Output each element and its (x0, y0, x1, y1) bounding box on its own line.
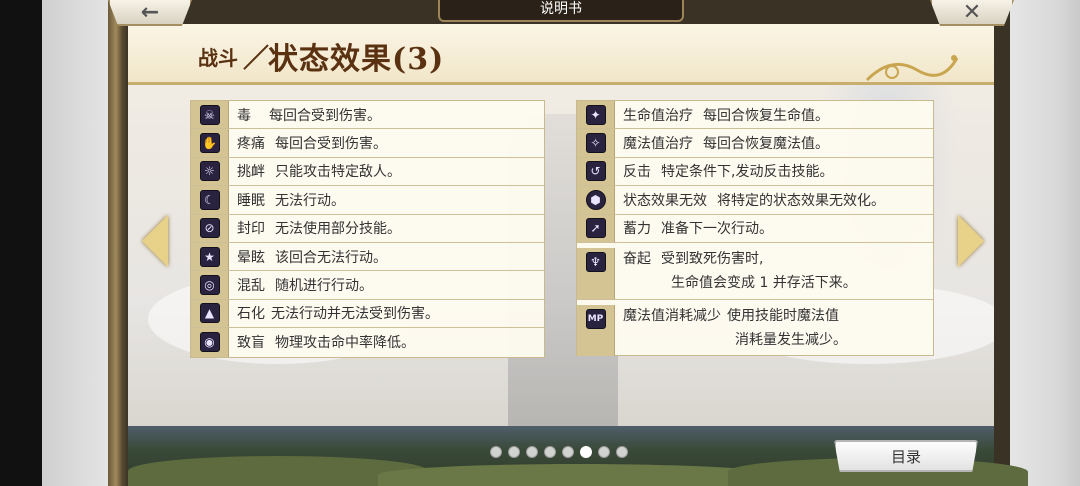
effect-name: 封印 (237, 221, 265, 238)
list-item: ☠ 毒 每回合受到伤害。 (191, 101, 544, 130)
section-label: 战斗 (198, 46, 238, 70)
page-dot[interactable] (544, 446, 556, 458)
close-button[interactable]: ✕ (930, 0, 1014, 26)
petrify-icon: ▲ (199, 303, 220, 324)
page-dot[interactable] (598, 446, 610, 458)
effect-description: 使用技能时魔法值 (727, 307, 839, 324)
stun-icon: ★ (199, 246, 220, 267)
list-item: ◉ 致盲 物理攻击命中率降低。 (191, 328, 544, 357)
effect-name: 奋起 (623, 250, 651, 267)
effect-description: 无法行动并无法受到伤害。 (271, 306, 439, 323)
previous-page-arrow-icon[interactable] (142, 215, 168, 267)
list-item: ✧ 魔法值治疗 每回合恢复魔法值。 (577, 129, 933, 158)
mp-regen-icon: ✧ (585, 133, 606, 154)
effect-name: 魔法值消耗减少 (623, 307, 721, 324)
list-item: ★ 晕眩 该回合无法行动。 (191, 242, 544, 272)
page-dot[interactable] (562, 446, 574, 458)
list-item: ↺ 反击 特定条件下,发动反击技能。 (577, 157, 933, 187)
next-page-arrow-icon[interactable] (958, 215, 984, 267)
effect-description: 每回合受到伤害。 (269, 107, 381, 124)
manual-tab-title: 说明书 (438, 0, 684, 22)
list-item: ✋ 疼痛 每回合受到伤害。 (191, 129, 544, 158)
list-item: ▲ 石化 无法行动并无法受到伤害。 (191, 299, 544, 329)
effect-name: 石化 (237, 306, 265, 323)
page-title: 状态效果(3) (268, 42, 445, 77)
mp-cost-down-icon: MP (585, 308, 606, 329)
effect-name: 毒 (237, 107, 251, 124)
page-dot[interactable] (508, 446, 520, 458)
effect-name: 生命值治疗 (623, 107, 693, 124)
list-item: MP 魔法值消耗减少 使用技能时魔法值消耗量发生减少。 (577, 300, 933, 356)
list-item: ⬢ 状态效果无效 将特定的状态效果无效化。 (577, 186, 933, 215)
list-item: ◎ 混乱 随机进行行动。 (191, 271, 544, 300)
immunity-icon: ⬢ (585, 189, 606, 210)
effect-description-line2: 生命值会变成 1 并存活下来。 (671, 274, 857, 291)
effect-description: 随机进行行动。 (275, 278, 373, 295)
right-gutter (1000, 0, 1080, 486)
effect-name: 晕眩 (237, 249, 265, 266)
hp-regen-icon: ✦ (585, 104, 606, 125)
left-gutter (0, 0, 108, 486)
status-effects-right-panel: ✦ 生命值治疗 每回合恢复生命值。 ✧ 魔法值治疗 每回合恢复魔法值。 ↺ 反击 特定… (576, 100, 934, 356)
table-of-contents-button[interactable]: 目录 (834, 440, 978, 472)
effect-description: 该回合无法行动。 (275, 249, 387, 266)
effect-description: 准备下一次行动。 (661, 221, 773, 238)
revive-icon: ♆ (585, 251, 606, 272)
effect-description: 无法行动。 (275, 192, 345, 209)
back-button[interactable]: ← (108, 0, 192, 26)
poison-icon: ☠ (199, 104, 220, 125)
effect-name: 状态效果无效 (623, 192, 707, 209)
effect-description: 每回合恢复生命值。 (703, 107, 829, 124)
status-effects-left-panel: ☠ 毒每回合受到伤害。 ✋ 疼痛 每回合受到伤害。 ☼ 挑衅 只能攻击特定敌人。 ☾… (190, 100, 545, 358)
page-dot[interactable] (526, 446, 538, 458)
effect-name: 混乱 (237, 278, 265, 295)
close-icon: ✕ (962, 0, 982, 25)
effect-description: 每回合恢复魔法值。 (703, 136, 829, 153)
effect-name: 反击 (623, 164, 651, 181)
blind-icon: ◉ (199, 332, 220, 353)
effect-name: 睡眠 (237, 192, 265, 209)
back-arrow-icon: ← (140, 0, 160, 25)
list-item: ☼ 挑衅 只能攻击特定敌人。 (191, 157, 544, 187)
effect-description: 将特定的状态效果无效化。 (717, 192, 885, 209)
effect-name: 致盲 (237, 335, 265, 352)
list-item: ⊘ 封印 无法使用部分技能。 (191, 214, 544, 243)
effect-name: 蓄力 (623, 221, 651, 238)
ornament-swirl-icon (865, 55, 959, 82)
page-dot[interactable] (616, 446, 628, 458)
list-item: ☾ 睡眠 无法行动。 (191, 186, 544, 215)
charge-icon: ➚ (585, 218, 606, 239)
effect-description: 特定条件下,发动反击技能。 (661, 164, 834, 181)
effect-description: 只能攻击特定敌人。 (275, 164, 401, 181)
effect-name: 挑衅 (237, 164, 265, 181)
page-dot[interactable] (490, 446, 502, 458)
seal-icon: ⊘ (199, 218, 220, 239)
effect-description-line2: 消耗量发生减少。 (735, 331, 847, 348)
effect-description: 受到致死伤害时, (661, 250, 764, 267)
counter-icon: ↺ (585, 161, 606, 182)
effect-description: 物理攻击命中率降低。 (275, 335, 415, 352)
page-dot-current[interactable] (580, 446, 592, 458)
confusion-icon: ◎ (199, 275, 220, 296)
effect-description: 无法使用部分技能。 (275, 221, 401, 238)
pain-icon: ✋ (199, 133, 220, 154)
taunt-icon: ☼ (199, 161, 220, 182)
list-item: ➚ 蓄力 准备下一次行动。 (577, 214, 933, 243)
effect-name: 魔法值治疗 (623, 136, 693, 153)
sleep-icon: ☾ (199, 189, 220, 210)
list-item: ♆ 奋起 受到致死伤害时, 生命值会变成 1 并存活下来。 (577, 243, 933, 300)
list-item: ✦ 生命值治疗 每回合恢复生命值。 (577, 101, 933, 130)
effect-name: 疼痛 (237, 136, 265, 153)
effect-description: 每回合受到伤害。 (275, 136, 387, 153)
page-indicator (490, 446, 628, 458)
title-separator: ／ (243, 44, 270, 74)
